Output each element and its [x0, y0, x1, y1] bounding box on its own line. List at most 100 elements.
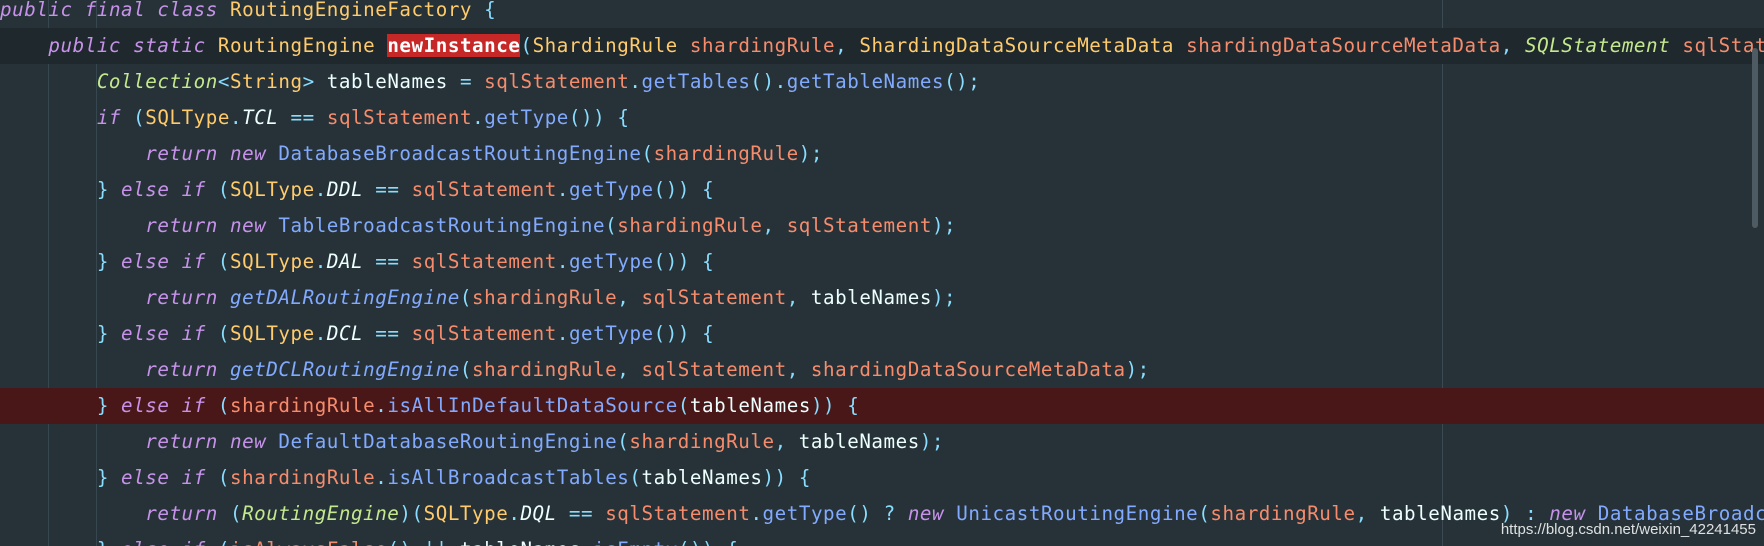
code-token: DQL [520, 502, 557, 525]
vertical-scrollbar-thumb[interactable] [1752, 48, 1758, 228]
code-line[interactable]: public final class RoutingEngineFactory … [0, 0, 1764, 28]
code-token: ); [919, 430, 945, 453]
code-token: new [229, 214, 267, 237]
code-token: DDL [326, 178, 364, 201]
code-line[interactable]: return new TableBroadcastRoutingEngine(s… [0, 208, 1764, 244]
code-token: ); [798, 142, 824, 165]
code-line[interactable]: return getDCLRoutingEngine(shardingRule,… [0, 352, 1764, 388]
code-line[interactable]: } else if (SQLType.DCL == sqlStatement.g… [0, 316, 1764, 352]
code-token: UnicastRoutingEngine [956, 502, 1199, 525]
code-token: DefaultDatabaseRoutingEngine [278, 430, 618, 453]
code-token: { [726, 538, 738, 546]
code-token: . [581, 538, 593, 546]
code-token: shardingRule [472, 286, 618, 309]
code-token: SQLType [230, 322, 315, 345]
code-token: . [314, 178, 327, 201]
watermark: https://blog.csdn.net/weixin_42241455 [1500, 521, 1756, 538]
code-line[interactable]: return getDALRoutingEngine(shardingRule,… [0, 280, 1764, 316]
code-token: , [617, 286, 630, 309]
code-line[interactable]: public static RoutingEngine newInstance(… [0, 28, 1764, 64]
code-token: . [508, 502, 521, 525]
code-token: ( [629, 466, 642, 489]
code-token: ()) [653, 250, 690, 273]
code-token: { [847, 394, 860, 417]
code-line[interactable]: return new DefaultDatabaseRoutingEngine(… [0, 424, 1764, 460]
code-line[interactable]: } else if (isAlwaysFalse() || tableNames… [0, 532, 1764, 546]
code-line[interactable]: Collection<String> tableNames = sqlState… [0, 64, 1764, 100]
code-token: tableNames [314, 70, 460, 93]
code-token: = [459, 70, 473, 93]
code-token: , [617, 358, 630, 381]
code-line[interactable]: return new DatabaseBroadcastRoutingEngin… [0, 136, 1764, 172]
code-token: < [217, 70, 230, 93]
code-token: SQLType [423, 502, 509, 525]
code-token: shardingRule [230, 466, 376, 489]
code-token: ( [1198, 502, 1211, 525]
code-editor[interactable]: public final class RoutingEngineFactory … [0, 0, 1764, 546]
code-line[interactable]: } else if (SQLType.DAL == sqlStatement.g… [0, 244, 1764, 280]
code-line-breakpoint[interactable]: } else if (shardingRule.isAllInDefaultDa… [0, 388, 1764, 424]
code-token: TCL [242, 106, 279, 129]
code-token: ( [617, 430, 630, 453]
code-line[interactable]: return (RoutingEngine)(SQLType.DQL == sq… [0, 496, 1764, 532]
code-token: , [786, 358, 799, 381]
code-token: static [133, 34, 206, 57]
code-token: { [702, 250, 715, 273]
code-token: ( [520, 34, 533, 57]
code-token: RoutingEngine [242, 502, 400, 525]
code-token: isEmpty [593, 538, 678, 546]
code-token: getDALRoutingEngine [229, 286, 460, 309]
code-token: . [375, 466, 388, 489]
code-token: } [96, 250, 109, 273]
code-token: SQLType [145, 106, 230, 129]
code-token: ( [217, 322, 231, 345]
code-token: shardingRule [653, 142, 799, 165]
code-token: , [762, 214, 775, 237]
code-token: else [121, 538, 169, 546]
code-token: . [750, 502, 763, 525]
code-line[interactable]: if (SQLType.TCL == sqlStatement.getType(… [0, 100, 1764, 136]
code-token: ? [883, 502, 896, 525]
code-token: (); [944, 70, 981, 93]
code-token: )( [399, 502, 424, 525]
code-token: ); [931, 286, 957, 309]
code-token: . [556, 250, 569, 273]
code-line[interactable]: } else if (SQLType.DDL == sqlStatement.g… [0, 172, 1764, 208]
code-token: sqlStatement [411, 250, 557, 273]
code-token: , [835, 34, 848, 57]
code-token: String [229, 70, 303, 93]
code-token: , [786, 286, 799, 309]
code-token: ( [459, 286, 473, 309]
code-token: , [1500, 34, 1513, 57]
code-token: ( [229, 502, 243, 525]
code-token: . [556, 322, 569, 345]
code-token: . [229, 106, 243, 129]
code-line[interactable]: } else if (shardingRule.isAllBroadcastTa… [0, 460, 1764, 496]
